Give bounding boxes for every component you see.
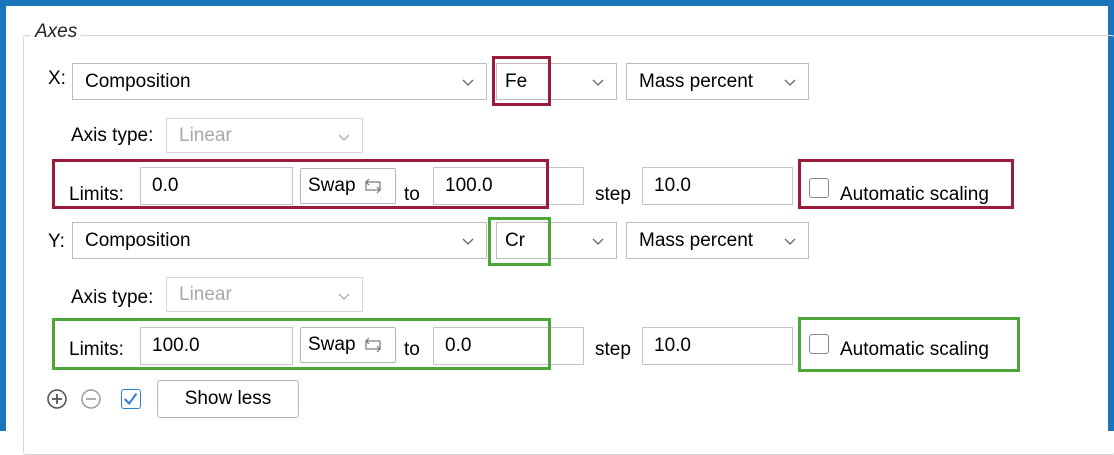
x-unit-value: Mass percent <box>639 70 754 92</box>
y-automatic-scaling-highlight <box>798 317 1020 372</box>
chevron-down-icon <box>338 293 350 300</box>
x-axis-type-value: Linear <box>179 124 232 146</box>
x-automatic-scaling-highlight <box>798 159 1014 209</box>
x-step-input[interactable]: 10.0 <box>642 167 793 205</box>
chevron-down-icon <box>784 238 796 245</box>
chevron-down-icon <box>462 79 474 86</box>
axes-group-title: Axes <box>31 21 82 43</box>
y-quantity-dropdown[interactable]: Composition <box>72 222 487 259</box>
show-less-checkbox[interactable] <box>121 389 141 409</box>
y-unit-value: Mass percent <box>639 229 754 251</box>
chevron-down-icon <box>592 238 604 245</box>
window-frame-left <box>0 0 6 431</box>
x-quantity-dropdown[interactable]: Composition <box>72 63 487 100</box>
x-unit-dropdown[interactable]: Mass percent <box>626 63 809 100</box>
y-axis-type-dropdown[interactable]: Linear <box>166 277 363 312</box>
x-step-value: 10.0 <box>654 175 691 196</box>
y-step-input[interactable]: 10.0 <box>642 327 793 365</box>
chevron-down-icon <box>592 79 604 86</box>
show-less-button[interactable]: Show less <box>157 380 299 418</box>
checkmark-icon <box>123 393 138 406</box>
chevron-down-icon <box>338 134 350 141</box>
x-axis-type-label: Axis type: <box>71 125 154 146</box>
x-step-label: step <box>595 184 631 205</box>
add-axis-icon[interactable] <box>46 388 68 410</box>
y-axis-type-label: Axis type: <box>71 287 154 308</box>
y-element-highlight <box>488 217 551 266</box>
y-limits-highlight <box>52 318 551 370</box>
show-less-label: Show less <box>184 388 272 409</box>
x-quantity-value: Composition <box>85 70 191 92</box>
x-axis-label: X: <box>48 68 66 89</box>
window-frame-top <box>0 0 1114 6</box>
x-limits-highlight <box>52 159 549 209</box>
y-quantity-value: Composition <box>85 229 191 251</box>
y-step-label: step <box>595 339 631 360</box>
y-axis-type-value: Linear <box>179 283 232 305</box>
remove-axis-icon[interactable] <box>80 388 102 410</box>
x-element-highlight <box>492 56 551 106</box>
y-step-value: 10.0 <box>654 335 691 356</box>
x-axis-type-dropdown[interactable]: Linear <box>166 118 363 153</box>
chevron-down-icon <box>462 238 474 245</box>
y-axis-label: Y: <box>48 231 65 252</box>
y-unit-dropdown[interactable]: Mass percent <box>626 222 809 259</box>
chevron-down-icon <box>784 79 796 86</box>
